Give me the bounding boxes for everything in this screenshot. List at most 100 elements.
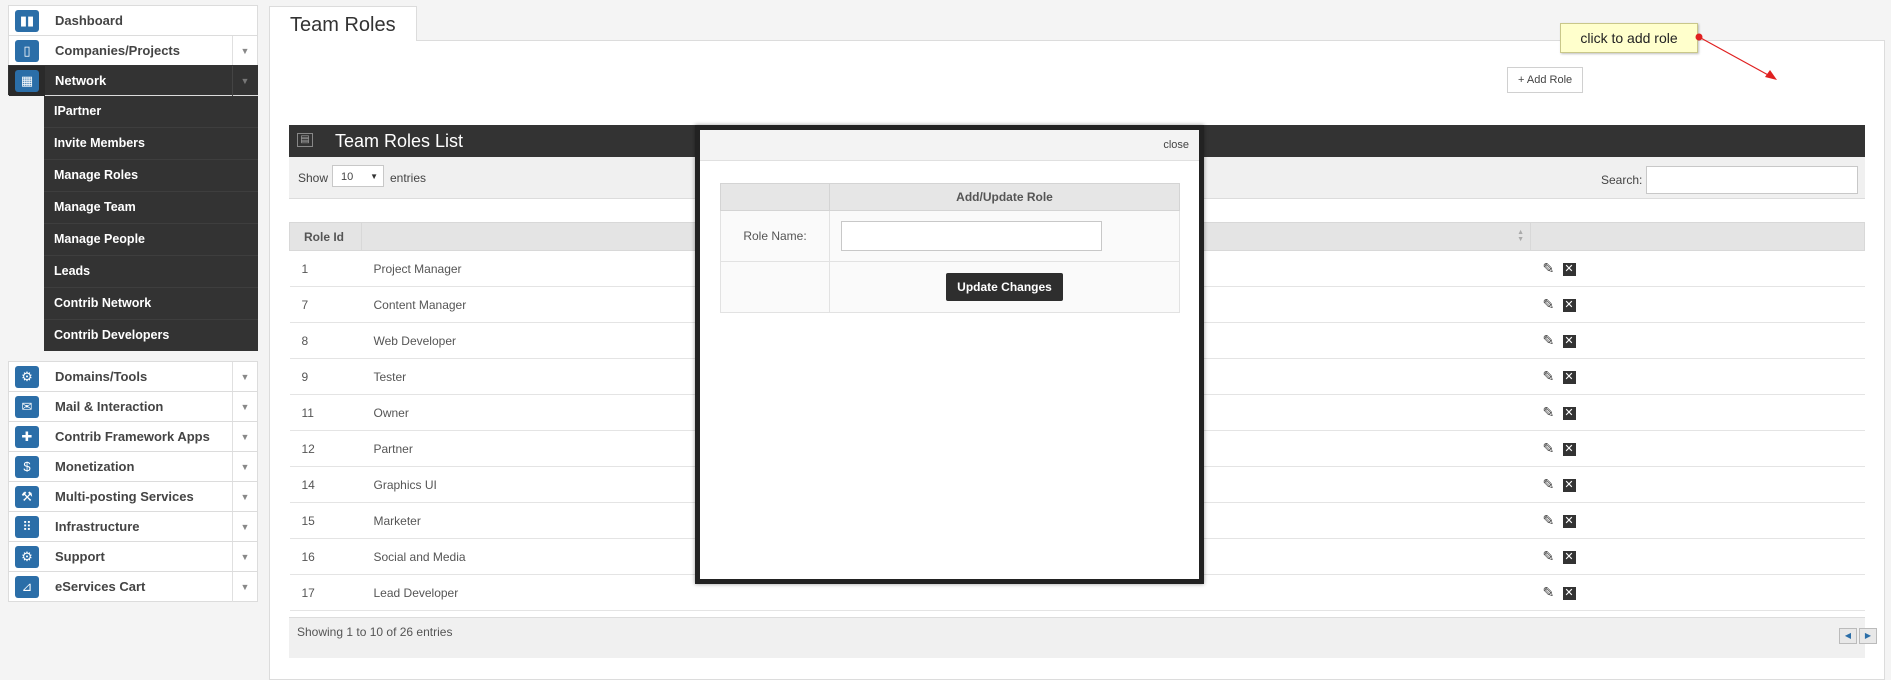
column-header-role-id[interactable]: Role Id bbox=[289, 222, 362, 251]
sidebar-item-monetization[interactable]: $ Monetization ▼ bbox=[8, 451, 258, 482]
sidebar-subitem-leads[interactable]: Leads bbox=[44, 255, 258, 287]
chevron-down-icon: ▼ bbox=[370, 172, 378, 181]
grid-icon: ⠿ bbox=[15, 516, 39, 538]
chevron-down-icon[interactable]: ▼ bbox=[232, 452, 257, 482]
edit-icon[interactable]: ✎ bbox=[1543, 332, 1559, 349]
role-id-cell: 1 bbox=[289, 250, 362, 287]
sidebar-item-label: Multi-posting Services bbox=[55, 489, 194, 504]
chevron-down-icon[interactable]: ▼ bbox=[232, 362, 257, 392]
mobile-icon: ▯ bbox=[15, 40, 39, 62]
delete-icon[interactable]: ✕ bbox=[1562, 443, 1576, 457]
mail-icon: ✉ bbox=[15, 396, 39, 418]
chevron-down-icon[interactable]: ▼ bbox=[232, 482, 257, 512]
page-size-select[interactable]: 10 ▼ bbox=[332, 165, 384, 187]
sidebar-item-companies-projects[interactable]: ▯ Companies/Projects ▼ bbox=[8, 35, 258, 66]
chevron-down-icon[interactable]: ▼ bbox=[232, 422, 257, 452]
sidebar-item-domains-tools[interactable]: ⚙ Domains/Tools ▼ bbox=[8, 361, 258, 392]
role-id-cell: 14 bbox=[289, 466, 362, 503]
gear-icon: ⚙ bbox=[15, 546, 39, 568]
network-icon: ▦ bbox=[15, 70, 39, 92]
chevron-down-icon[interactable]: ▼ bbox=[232, 512, 257, 542]
sidebar-subitem-contrib-network[interactable]: Contrib Network bbox=[44, 287, 258, 319]
chevron-down-icon[interactable]: ▼ bbox=[232, 572, 257, 602]
form-title: Add/Update Role bbox=[829, 183, 1180, 211]
actions-cell: ✎ ✕ bbox=[1530, 394, 1865, 431]
sidebar-item-label: eServices Cart bbox=[55, 579, 146, 594]
edit-icon[interactable]: ✎ bbox=[1543, 440, 1559, 457]
sidebar-item-label: Dashboard bbox=[55, 13, 123, 28]
delete-icon[interactable]: ✕ bbox=[1562, 407, 1576, 421]
page-size-value: 10 bbox=[341, 171, 354, 183]
sidebar-item-contrib-framework-apps[interactable]: ✚ Contrib Framework Apps ▼ bbox=[8, 421, 258, 452]
delete-icon[interactable]: ✕ bbox=[1562, 587, 1576, 601]
role-id-cell: 8 bbox=[289, 322, 362, 359]
form-header-spacer bbox=[720, 183, 830, 211]
actions-cell: ✎ ✕ bbox=[1530, 502, 1865, 539]
list-icon: ▤ bbox=[297, 133, 313, 147]
delete-icon[interactable]: ✕ bbox=[1562, 551, 1576, 565]
sidebar-subitem-contrib-developers[interactable]: Contrib Developers bbox=[44, 319, 258, 351]
sidebar-item-network[interactable]: ▦ Network ▼ bbox=[8, 65, 258, 96]
edit-icon[interactable]: ✎ bbox=[1543, 584, 1559, 601]
role-name-input[interactable] bbox=[841, 221, 1102, 251]
role-form: Add/Update Role Role Name: Update Change… bbox=[720, 183, 1180, 313]
add-role-button[interactable]: + Add Role bbox=[1507, 67, 1584, 93]
delete-icon[interactable]: ✕ bbox=[1562, 371, 1576, 385]
actions-cell: ✎ ✕ bbox=[1530, 466, 1865, 503]
delete-icon[interactable]: ✕ bbox=[1562, 515, 1576, 529]
role-id-cell: 9 bbox=[289, 358, 362, 395]
add-role-tooltip: click to add role bbox=[1560, 23, 1698, 53]
sidebar-item-dashboard[interactable]: ▮▮ Dashboard bbox=[8, 5, 258, 35]
chevron-down-icon[interactable]: ▼ bbox=[232, 542, 257, 572]
delete-icon[interactable]: ✕ bbox=[1562, 479, 1576, 493]
sidebar-subitem-ipartner[interactable]: IPartner bbox=[44, 96, 258, 127]
actions-cell: ✎ ✕ bbox=[1530, 322, 1865, 359]
sidebar-item-infrastructure[interactable]: ⠿ Infrastructure ▼ bbox=[8, 511, 258, 542]
edit-icon[interactable]: ✎ bbox=[1543, 260, 1559, 277]
edit-icon[interactable]: ✎ bbox=[1543, 548, 1559, 565]
delete-icon[interactable]: ✕ bbox=[1562, 299, 1576, 313]
role-name-label: Role Name: bbox=[720, 210, 830, 262]
sidebar-subitem-manage-people[interactable]: Manage People bbox=[44, 223, 258, 255]
sidebar-item-multi-posting-services[interactable]: ⚒ Multi-posting Services ▼ bbox=[8, 481, 258, 512]
modal-title-bar: close bbox=[700, 130, 1199, 161]
hammer-icon: ⚒ bbox=[15, 486, 39, 508]
chevron-down-icon[interactable]: ▼ bbox=[232, 392, 257, 422]
bar-chart-icon: ▮▮ bbox=[15, 10, 39, 32]
edit-icon[interactable]: ✎ bbox=[1543, 404, 1559, 421]
sidebar-item-label: Contrib Framework Apps bbox=[55, 429, 210, 444]
chevron-down-icon[interactable]: ▼ bbox=[232, 36, 257, 66]
modal-close-button[interactable]: close bbox=[1163, 139, 1189, 151]
gear-icon: ⚙ bbox=[15, 366, 39, 388]
edit-icon[interactable]: ✎ bbox=[1543, 512, 1559, 529]
role-id-cell: 16 bbox=[289, 538, 362, 575]
form-submit-spacer bbox=[720, 261, 830, 313]
edit-icon[interactable]: ✎ bbox=[1543, 476, 1559, 493]
sidebar-item-eservices-cart[interactable]: ⊿ eServices Cart ▼ bbox=[8, 571, 258, 602]
edit-icon[interactable]: ✎ bbox=[1543, 296, 1559, 313]
delete-icon[interactable]: ✕ bbox=[1562, 335, 1576, 349]
sidebar-item-label: Mail & Interaction bbox=[55, 399, 164, 414]
delete-icon[interactable]: ✕ bbox=[1562, 263, 1576, 277]
chevron-down-icon[interactable]: ▼ bbox=[232, 66, 257, 96]
form-submit-cell: Update Changes bbox=[829, 261, 1180, 313]
search-input[interactable] bbox=[1646, 166, 1858, 194]
sidebar-subitem-manage-team[interactable]: Manage Team bbox=[44, 191, 258, 223]
sidebar-item-mail-interaction[interactable]: ✉ Mail & Interaction ▼ bbox=[8, 391, 258, 422]
sidebar-item-label: Infrastructure bbox=[55, 519, 140, 534]
sidebar-item-label: Domains/Tools bbox=[55, 369, 148, 384]
next-page-icon[interactable]: ▶ bbox=[1859, 628, 1877, 644]
edit-icon[interactable]: ✎ bbox=[1543, 368, 1559, 385]
show-label: Show bbox=[298, 171, 329, 185]
sidebar-subitem-invite-members[interactable]: Invite Members bbox=[44, 127, 258, 159]
page-title-tab[interactable]: Team Roles bbox=[269, 6, 417, 41]
sidebar: ▮▮ Dashboard ▯ Companies/Projects ▼ ▦ Ne… bbox=[8, 5, 258, 602]
puzzle-icon: ✚ bbox=[15, 426, 39, 448]
sidebar-item-support[interactable]: ⚙ Support ▼ bbox=[8, 541, 258, 572]
role-id-cell: 7 bbox=[289, 286, 362, 323]
update-changes-button[interactable]: Update Changes bbox=[946, 273, 1063, 301]
role-id-cell: 12 bbox=[289, 430, 362, 467]
prev-page-icon[interactable]: ◀ bbox=[1839, 628, 1857, 644]
entries-label: entries bbox=[390, 171, 427, 185]
sidebar-subitem-manage-roles[interactable]: Manage Roles bbox=[44, 159, 258, 191]
